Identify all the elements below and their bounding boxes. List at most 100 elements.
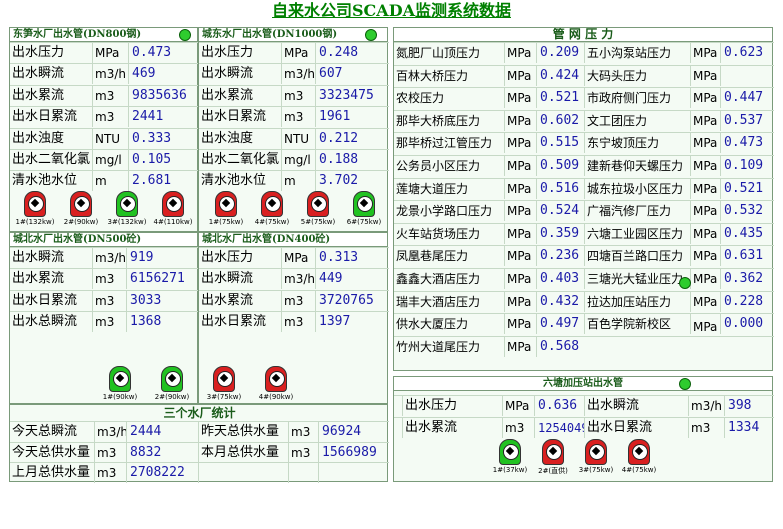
row-label: 出水瞬流 (201, 271, 254, 287)
chengbei-pump-group: 1#(90kw) 2#(90kw) 3#(75kw) 4#(90kw) (95, 366, 295, 406)
pipe-label: 百林大桥压力 (396, 68, 469, 83)
pipe-label: 大码头压力 (584, 65, 690, 86)
pump-unit: 1#(132kw) (12, 191, 58, 231)
data-row: 出水压力 MPa 0.313 (199, 247, 389, 268)
liutang-unit: m3 (688, 418, 724, 438)
pipe-value: 0.497 (536, 314, 584, 335)
data-row: 清水池水位 m 3.702 (199, 170, 389, 192)
pipe-value: 0.473 (720, 133, 774, 154)
row-value: 1961 (315, 107, 389, 128)
pipe-unit: MPa (504, 269, 536, 289)
row-value: 0.333 (128, 128, 199, 149)
pipe-label: 文工团压力 (584, 110, 690, 131)
pump-unit: 3#(132kw) (104, 191, 150, 231)
pipe-unit: MPa (504, 65, 536, 86)
pump-icon (213, 366, 235, 392)
data-row: 出水累流 m3 6156271 (10, 268, 199, 290)
liutang-unit: MPa (502, 396, 534, 416)
stats-row: 今天总瞬流 m3/h 2444 昨天总供水量 m3 96924 (10, 421, 389, 442)
liutang-value: 398 (724, 396, 774, 416)
row-unit: m3 (281, 107, 315, 128)
pump-label: 1#(90kw) (102, 393, 138, 401)
pipe-label: 凤凰巷尾压力 (396, 249, 469, 264)
pipe-label: 公务员小区压力 (396, 159, 481, 173)
pump-icon (215, 191, 237, 217)
pipe-row: 竹州大道尾压力 MPa 0.568 (394, 335, 774, 357)
row-label: 出水总瞬流 (12, 314, 78, 330)
pipe-unit: MPa (690, 201, 720, 222)
pipe-value (720, 65, 774, 86)
pipe-label: 三塘光大锰业压力 (584, 269, 690, 289)
pump-label: 3#(75kw) (206, 393, 242, 401)
liutang-label: 出水日累流 (584, 418, 688, 438)
pipe-unit: MPa (690, 133, 720, 154)
data-row: 出水累流 m3 3323475 (199, 84, 389, 106)
pipe-value: 0.509 (536, 156, 584, 176)
liutang-value: 12540490 (534, 418, 584, 438)
pipe-unit: MPa (504, 178, 536, 199)
data-row: 出水日累流 m3 1961 (199, 106, 389, 128)
data-row: 出水瞬流 m3/h 607 (199, 63, 389, 85)
row-value: 919 (126, 248, 199, 268)
pipe-unit: MPa (504, 133, 536, 154)
pipe-row: 公务员小区压力 MPa 0.509 建新巷仰天螺压力 MPa 0.109 (394, 155, 774, 176)
pipe-row: 瑞丰大酒店压力 MPa 0.432 拉达加压站压力 MPa 0.228 (394, 290, 774, 312)
chengbei-title: 城北水厂出水管(DN500砼) (10, 233, 197, 247)
stats-panel: 三个水厂统计 今天总瞬流 m3/h 2444 昨天总供水量 m3 96924 今天总供水量 m… (9, 404, 389, 483)
stats-row: 上月总供水量 m3 2708222 (10, 462, 389, 483)
pump-unit: 5#(75kw) (295, 191, 341, 231)
stats-unit: m3 (94, 463, 126, 483)
pump-icon (24, 191, 46, 217)
pump-unit: 4#(75kw) (249, 191, 295, 231)
stats-value: 96924 (318, 422, 389, 442)
row-value: 3323475 (315, 85, 389, 106)
pipe-value: 0.209 (536, 43, 584, 63)
row-value: 0.212 (315, 128, 389, 149)
pump-unit: 1#(90kw) (97, 366, 143, 406)
pipe-value: 0.403 (536, 269, 584, 289)
row-unit: m3/h (92, 248, 126, 268)
pipe-panel: 管 网 压 力 氮肥厂山顶压力 MPa 0.209 五小沟泵站压力 MPa 0.623 百林… (393, 27, 774, 371)
pipe-value: 0.623 (720, 43, 774, 63)
stats-unit: m3 (288, 442, 318, 463)
data-row: 出水瞬流 m3/h 469 (10, 63, 199, 85)
stats-label (198, 463, 288, 483)
stats-unit (288, 463, 318, 483)
pipe-value: 0.521 (720, 178, 774, 199)
row-unit: MPa (92, 43, 128, 63)
pipe-unit: MPa (690, 43, 720, 63)
pump-label: 6#(75kw) (346, 218, 382, 226)
row-label: 出水日累流 (201, 109, 267, 125)
row-unit: m (281, 171, 315, 192)
pipe-label: 广福汽修厂压力 (584, 201, 690, 222)
pipe-unit: MPa (690, 110, 720, 131)
pump-label: 4#(90kw) (258, 393, 294, 401)
row-unit: m3 (92, 107, 128, 128)
pipe-row: 火车站货场压力 MPa 0.359 六塘工业园区压力 MPa 0.435 (394, 222, 774, 244)
row-label: 出水累流 (201, 87, 254, 103)
stats-label: 上月总供水量 (12, 465, 91, 480)
row-unit: m3 (281, 312, 315, 333)
stats-label: 昨天总供水量 (198, 422, 288, 442)
row-label: 出水累流 (12, 87, 65, 103)
pipe-label: 四塘百兰路口压力 (584, 246, 690, 267)
pipe-unit: MPa (690, 65, 720, 86)
row-label: 出水日累流 (201, 314, 267, 330)
stats-value: 1566989 (318, 442, 389, 463)
stats-row: 今天总供水量 m3 8832 本月总供水量 m3 1566989 (10, 441, 389, 463)
row-value: 3.702 (315, 171, 389, 192)
row-label: 出水压力 (201, 45, 254, 60)
pipe-unit: MPa (690, 291, 720, 312)
row-unit: m3 (281, 290, 315, 311)
pump-unit: 2#(90kw) (58, 191, 104, 231)
row-value: 0.188 (315, 150, 389, 170)
pump-icon (628, 439, 650, 465)
pipe-label: 百色学院新校区 (584, 314, 690, 335)
row-unit: m3/h (281, 269, 315, 290)
pump-unit: 2#(90kw) (149, 366, 195, 406)
pump-icon (542, 439, 564, 465)
liutang-value: 0.636 (534, 396, 584, 416)
pipe-value: 0.432 (536, 291, 584, 312)
row-label: 出水累流 (12, 271, 65, 287)
data-row: 出水二氧化氯 mg/l 0.188 (199, 149, 389, 170)
